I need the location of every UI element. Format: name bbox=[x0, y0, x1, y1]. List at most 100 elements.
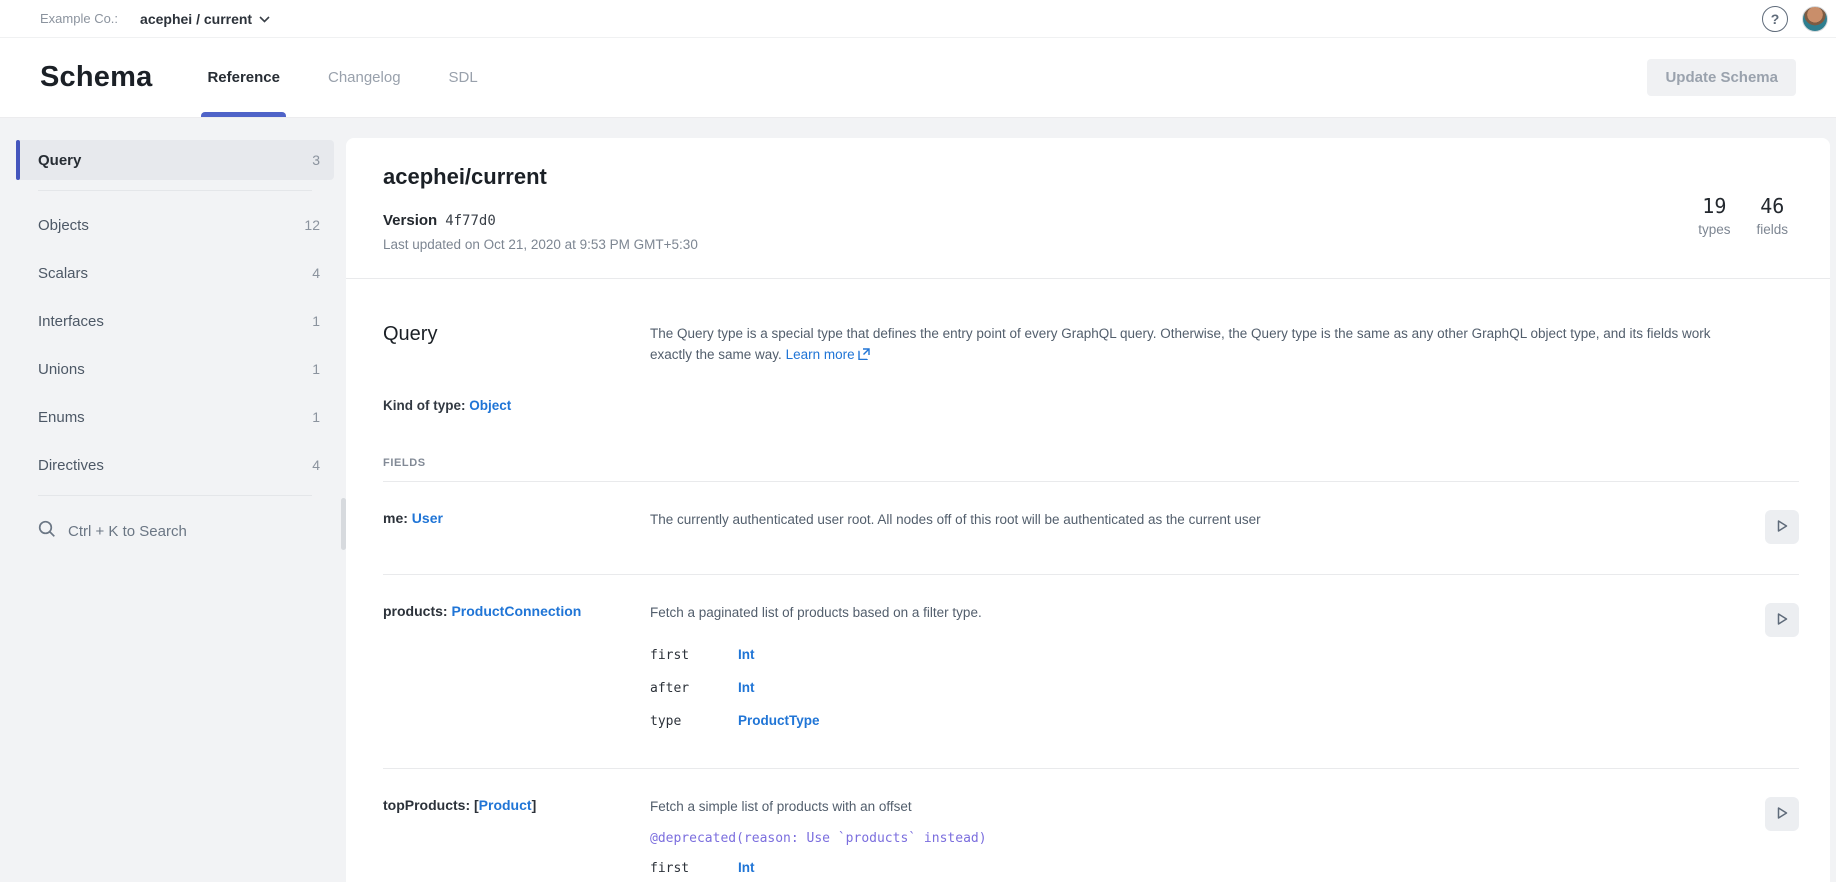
field-row-products: products: ProductConnection Fetch a pagi… bbox=[383, 575, 1799, 769]
field-name: me: bbox=[383, 510, 412, 526]
stat-label: fields bbox=[1756, 222, 1788, 237]
field-signature: topProducts: [Product] bbox=[383, 797, 650, 882]
arg-name: type bbox=[650, 714, 738, 729]
update-schema-button[interactable]: Update Schema bbox=[1647, 59, 1796, 96]
sidebar-item-query[interactable]: Query 3 bbox=[16, 140, 334, 180]
graph-version-header: acephei/current Version 4f77d0 Last upda… bbox=[346, 138, 1830, 279]
stat-label: types bbox=[1698, 222, 1730, 237]
field-args: first Int bbox=[650, 852, 1759, 882]
run-in-explorer-button[interactable] bbox=[1765, 510, 1799, 544]
sidebar-scrollbar[interactable] bbox=[341, 498, 346, 550]
kind-value-link[interactable]: Object bbox=[469, 398, 511, 413]
field-description: Fetch a paginated list of products based… bbox=[650, 603, 1759, 623]
page-header: Schema Reference Changelog SDL Update Sc… bbox=[0, 38, 1836, 118]
arg-type-link[interactable]: ProductType bbox=[738, 713, 1759, 728]
field-row-me: me: User The currently authenticated use… bbox=[383, 482, 1799, 575]
learn-more-link[interactable]: Learn more bbox=[786, 347, 855, 362]
sidebar-item-objects[interactable]: Objects 12 bbox=[16, 205, 334, 245]
top-bar: Example Co.: acephei / current ? bbox=[0, 0, 1836, 38]
sidebar-item-scalars[interactable]: Scalars 4 bbox=[16, 253, 334, 293]
tab-label: Changelog bbox=[328, 69, 401, 86]
schema-search[interactable]: Ctrl + K to Search bbox=[16, 510, 334, 543]
bracket: ] bbox=[532, 797, 537, 813]
sidebar-item-label: Scalars bbox=[38, 265, 88, 282]
sidebar-item-label: Enums bbox=[38, 409, 85, 426]
arg-row: first Int bbox=[650, 852, 1759, 882]
sidebar-item-enums[interactable]: Enums 1 bbox=[16, 397, 334, 437]
sidebar-item-interfaces[interactable]: Interfaces 1 bbox=[16, 301, 334, 341]
schema-sidebar: Query 3 Objects 12 Scalars 4 Interfaces … bbox=[0, 118, 346, 882]
sidebar-item-label: Interfaces bbox=[38, 313, 104, 330]
run-in-explorer-button[interactable] bbox=[1765, 797, 1799, 831]
sidebar-item-label: Unions bbox=[38, 361, 85, 378]
last-updated: Last updated on Oct 21, 2020 at 9:53 PM … bbox=[383, 237, 1790, 252]
avatar[interactable] bbox=[1802, 6, 1828, 32]
kind-of-type-row: Kind of type: Object bbox=[383, 398, 1799, 413]
field-row-topproducts: topProducts: [Product] Fetch a simple li… bbox=[383, 769, 1799, 882]
sidebar-item-count: 4 bbox=[312, 457, 320, 473]
search-icon bbox=[38, 520, 56, 543]
stat-types: 19 types bbox=[1698, 194, 1730, 237]
type-section-query: Query The Query type is a special type t… bbox=[346, 279, 1830, 882]
arg-name: after bbox=[650, 681, 738, 696]
sidebar-item-label: Directives bbox=[38, 457, 104, 474]
type-description: The Query type is a special type that de… bbox=[650, 323, 1750, 366]
external-link-icon bbox=[858, 345, 870, 366]
play-icon bbox=[1775, 612, 1789, 629]
sidebar-divider bbox=[38, 495, 312, 496]
type-name: Query bbox=[383, 323, 650, 366]
tab-sdl[interactable]: SDL bbox=[449, 38, 478, 117]
graph-title: acephei/current bbox=[383, 164, 1790, 190]
org-label: Example Co.: bbox=[40, 11, 118, 26]
sidebar-divider bbox=[38, 190, 312, 191]
search-placeholder: Ctrl + K to Search bbox=[68, 523, 187, 540]
sidebar-item-count: 12 bbox=[304, 217, 320, 233]
field-signature: me: User bbox=[383, 510, 650, 544]
field-name: products: bbox=[383, 603, 451, 619]
stat-value: 19 bbox=[1698, 194, 1730, 218]
sidebar-item-label: Objects bbox=[38, 217, 89, 234]
schema-stats: 19 types 46 fields bbox=[1698, 194, 1788, 237]
sidebar-item-count: 1 bbox=[312, 313, 320, 329]
sidebar-item-count: 3 bbox=[312, 152, 320, 168]
play-icon bbox=[1775, 519, 1789, 536]
tab-label: Reference bbox=[207, 69, 280, 86]
arg-type-link[interactable]: Int bbox=[738, 680, 1759, 695]
help-glyph: ? bbox=[1771, 11, 1780, 27]
run-in-explorer-button[interactable] bbox=[1765, 603, 1799, 637]
arg-type-link[interactable]: Int bbox=[738, 860, 1759, 875]
arg-row: first Int bbox=[650, 639, 1759, 672]
arg-row: after Int bbox=[650, 672, 1759, 705]
field-description: The currently authenticated user root. A… bbox=[650, 510, 1759, 530]
sidebar-item-unions[interactable]: Unions 1 bbox=[16, 349, 334, 389]
arg-name: first bbox=[650, 861, 738, 876]
help-icon[interactable]: ? bbox=[1762, 6, 1788, 32]
field-type-link[interactable]: User bbox=[412, 510, 443, 526]
fields-section-label: FIELDS bbox=[383, 457, 1799, 469]
play-icon bbox=[1775, 806, 1789, 823]
sidebar-item-count: 1 bbox=[312, 409, 320, 425]
sidebar-item-directives[interactable]: Directives 4 bbox=[16, 445, 334, 485]
field-args: first Int after Int type ProductType bbox=[650, 639, 1759, 738]
deprecated-directive: @deprecated(reason: Use `products` inste… bbox=[650, 831, 1759, 846]
version-label: Version bbox=[383, 212, 437, 229]
field-name: topProducts: bbox=[383, 797, 474, 813]
field-type-link[interactable]: ProductConnection bbox=[451, 603, 581, 619]
sidebar-item-count: 1 bbox=[312, 361, 320, 377]
version-value: 4f77d0 bbox=[445, 213, 496, 229]
page-title: Schema bbox=[40, 61, 152, 94]
tab-reference[interactable]: Reference bbox=[207, 38, 280, 117]
arg-name: first bbox=[650, 648, 738, 663]
tab-bar: Reference Changelog SDL bbox=[207, 38, 477, 117]
stat-fields: 46 fields bbox=[1756, 194, 1788, 237]
kind-label: Kind of type: bbox=[383, 398, 469, 413]
chevron-down-icon bbox=[259, 10, 270, 28]
tab-changelog[interactable]: Changelog bbox=[328, 38, 401, 117]
arg-type-link[interactable]: Int bbox=[738, 647, 1759, 662]
graph-selector-label: acephei / current bbox=[140, 11, 252, 27]
sidebar-item-count: 4 bbox=[312, 265, 320, 281]
field-type-link[interactable]: Product bbox=[479, 797, 532, 813]
arg-row: type ProductType bbox=[650, 705, 1759, 738]
graph-selector-dropdown[interactable]: acephei / current bbox=[140, 10, 270, 28]
tab-label: SDL bbox=[449, 69, 478, 86]
